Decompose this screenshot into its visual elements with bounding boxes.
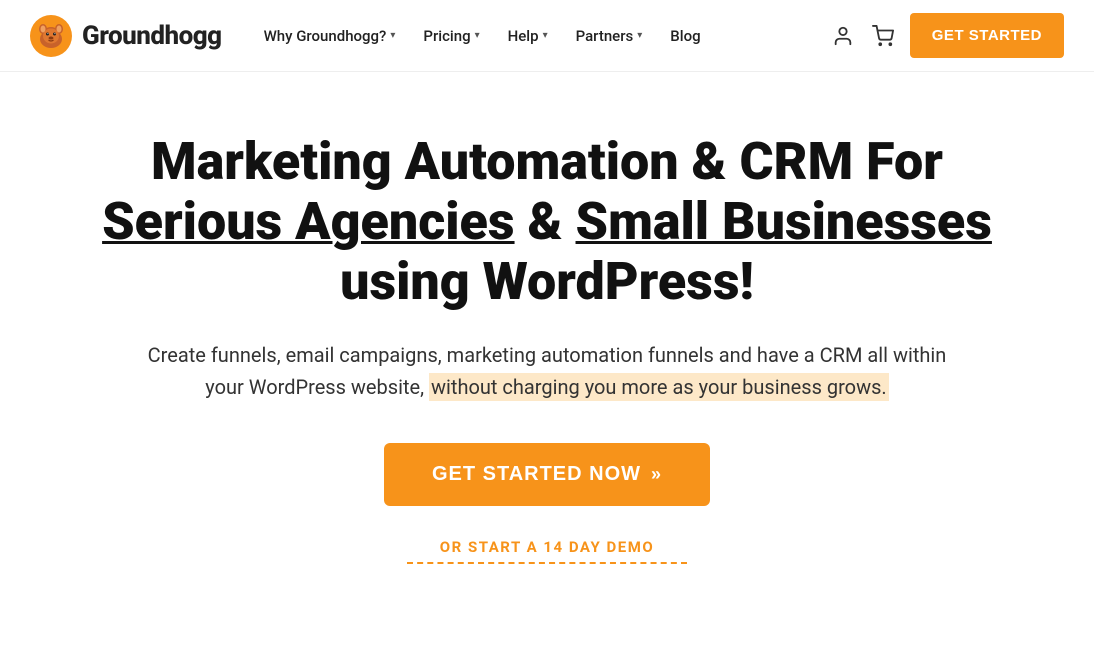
- chevron-down-icon: ▾: [637, 30, 642, 41]
- hero-section: Marketing Automation & CRM For Serious A…: [0, 72, 1094, 614]
- account-icon[interactable]: [832, 25, 854, 47]
- hero-cta-button[interactable]: GET STARTED NOW »: [384, 443, 710, 506]
- chevron-down-icon: ▾: [475, 30, 480, 41]
- logo-icon: [30, 15, 72, 57]
- navbar: Groundhogg Why Groundhogg? ▾ Pricing ▾ H…: [0, 0, 1094, 72]
- arrows-icon: »: [651, 464, 662, 485]
- nav-links: Why Groundhogg? ▾ Pricing ▾ Help ▾ Partn…: [252, 19, 832, 53]
- nav-pricing[interactable]: Pricing ▾: [411, 19, 491, 53]
- nav-help[interactable]: Help ▾: [496, 19, 560, 53]
- cart-icon[interactable]: [872, 25, 894, 47]
- get-started-nav-button[interactable]: GET STARTED: [910, 13, 1064, 58]
- demo-link[interactable]: OR START A 14 DAY DEMO: [407, 538, 687, 564]
- brand-name: Groundhogg: [82, 21, 222, 51]
- nav-icon-group: [832, 25, 894, 47]
- hero-title: Marketing Automation & CRM For Serious A…: [97, 132, 997, 311]
- demo-dashed-underline: [407, 562, 687, 564]
- nav-blog[interactable]: Blog: [658, 19, 712, 53]
- nav-why[interactable]: Why Groundhogg? ▾: [252, 19, 408, 53]
- logo[interactable]: Groundhogg: [30, 15, 222, 57]
- chevron-down-icon: ▾: [543, 30, 548, 41]
- nav-partners[interactable]: Partners ▾: [564, 19, 655, 53]
- chevron-down-icon: ▾: [390, 30, 395, 41]
- hero-subtitle: Create funnels, email campaigns, marketi…: [137, 339, 957, 403]
